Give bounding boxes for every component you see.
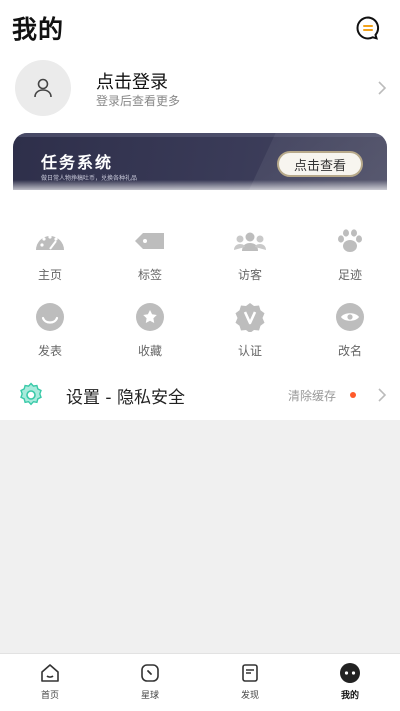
grid-label-tags: 标签 xyxy=(137,268,162,282)
grid-label-home: 主页 xyxy=(37,268,62,282)
chat-bubble-icon xyxy=(356,16,380,40)
grid-item-favorites[interactable]: 收藏 xyxy=(100,302,200,366)
user-icon xyxy=(34,78,52,98)
profile-icon xyxy=(339,662,361,684)
view-tasks-button[interactable]: 点击查看 xyxy=(277,151,363,177)
notification-dot xyxy=(350,392,356,398)
message-button[interactable] xyxy=(354,14,382,42)
settings-label: 设置 - 隐私安全 xyxy=(66,388,185,408)
grid-item-home[interactable]: 主页 xyxy=(0,226,100,290)
home-icon xyxy=(39,662,61,684)
verified-icon xyxy=(233,302,267,332)
visitors-icon xyxy=(233,226,267,256)
login-row[interactable]: 点击登录 登录后查看更多 xyxy=(0,60,400,116)
gear-icon xyxy=(18,382,44,408)
paw-icon xyxy=(333,226,367,256)
task-banner-title: 任务系统 xyxy=(41,153,114,172)
smile-icon xyxy=(33,302,67,332)
tab-discover[interactable]: 发现 xyxy=(200,654,300,711)
planet-icon xyxy=(139,662,161,684)
rename-icon xyxy=(333,302,367,332)
tag-icon xyxy=(133,226,167,256)
chevron-right-icon xyxy=(374,78,390,98)
tab-label-discover: 发现 xyxy=(240,691,259,701)
avatar[interactable] xyxy=(15,60,71,116)
grid-label-visitors: 访客 xyxy=(237,268,262,282)
tab-planet[interactable]: 星球 xyxy=(100,654,200,711)
grid-item-verify[interactable]: 认证 xyxy=(200,302,300,366)
tab-label-planet: 星球 xyxy=(140,691,159,701)
grid-label-footprints: 足迹 xyxy=(337,268,362,282)
settings-row[interactable]: 设置 - 隐私安全 清除缓存 xyxy=(0,372,400,416)
grid-item-publish[interactable]: 发表 xyxy=(0,302,100,366)
grid-label-rename: 改名 xyxy=(337,344,362,358)
tab-home[interactable]: 首页 xyxy=(0,654,100,711)
login-title[interactable]: 点击登录 xyxy=(96,68,168,94)
grid-label-favorites: 收藏 xyxy=(137,344,162,358)
grid-label-verify: 认证 xyxy=(237,344,262,358)
grid-label-publish: 发表 xyxy=(37,344,62,358)
discover-icon xyxy=(239,662,261,684)
login-subtitle: 登录后查看更多 xyxy=(96,94,181,108)
chevron-right-icon xyxy=(374,385,390,405)
grid-item-rename[interactable]: 改名 xyxy=(300,302,400,366)
tab-label-profile: 我的 xyxy=(340,691,359,701)
grid-item-tags[interactable]: 标签 xyxy=(100,226,200,290)
grid-item-visitors[interactable]: 访客 xyxy=(200,226,300,290)
star-icon xyxy=(133,302,167,332)
feature-grid: 主页 标签 访客 足迹 发表 收藏 认证 改名 xyxy=(0,226,400,366)
page-title: 我的 xyxy=(12,15,65,44)
dashboard-icon xyxy=(33,226,67,256)
tab-label-home: 首页 xyxy=(40,691,59,701)
clear-cache-button[interactable]: 清除缓存 xyxy=(288,387,336,404)
tab-profile[interactable]: 我的 xyxy=(300,654,400,711)
banner-fade xyxy=(0,180,400,198)
grid-item-footprints[interactable]: 足迹 xyxy=(300,226,400,290)
bottom-tab-bar: 首页 星球 发现 我的 xyxy=(0,653,400,711)
profile-panel: 我的 点击登录 登录后查看更多 任务系统 做日常人物挣稿吐币，兑换各种礼品 点击… xyxy=(0,0,400,420)
